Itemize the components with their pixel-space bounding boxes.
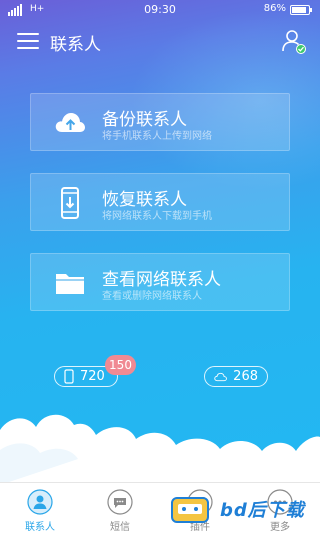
- folder-icon: [53, 266, 87, 300]
- battery-level: [292, 7, 306, 13]
- battery-percent: 86%: [263, 3, 286, 14]
- card-subtitle: 查看或删除网络联系人: [102, 291, 202, 302]
- card-subtitle: 将手机联系人上传到网络: [102, 131, 212, 142]
- phone-download-icon: [53, 186, 87, 220]
- check-icon: [296, 44, 306, 54]
- page-title: 联系人: [50, 35, 101, 55]
- status-bar: H+ 09:30 86%: [0, 0, 320, 20]
- local-count-value: 720: [80, 369, 105, 384]
- watermark-text: bd后下载: [220, 500, 305, 521]
- tab-messages[interactable]: 短信: [80, 483, 160, 533]
- tab-contacts[interactable]: 联系人: [0, 483, 80, 533]
- hamburger-menu-icon[interactable]: [17, 33, 39, 49]
- download-box-icon: [171, 497, 209, 523]
- cloud-contacts-count[interactable]: 268: [204, 366, 268, 387]
- card-subtitle: 将网络联系人下载到手机: [102, 211, 212, 222]
- view-network-contacts-card[interactable]: 查看网络联系人 查看或删除网络联系人: [30, 253, 290, 311]
- restore-contacts-card[interactable]: 恢复联系人 将网络联系人下载到手机: [30, 173, 290, 231]
- watermark: bd后下载: [164, 486, 320, 533]
- cloud-count-value: 268: [233, 369, 258, 384]
- message-icon: [107, 489, 133, 515]
- cloud-icon: [214, 372, 227, 381]
- backup-contacts-card[interactable]: 备份联系人 将手机联系人上传到网络: [30, 93, 290, 151]
- nav-label: 联系人: [25, 522, 55, 533]
- user-check-icon[interactable]: [280, 28, 306, 54]
- battery-icon: [290, 5, 312, 15]
- nav-label: 短信: [110, 522, 130, 533]
- new-contacts-badge: 150: [105, 355, 136, 375]
- cloud-upload-icon: [53, 106, 87, 140]
- contact-icon: [27, 489, 53, 515]
- decorative-clouds: [0, 414, 320, 482]
- main-screen: H+ 09:30 86% 联系人 备份联系人 将手机联系人上传到网络 恢复联系人…: [0, 0, 320, 482]
- phone-icon: [64, 369, 74, 384]
